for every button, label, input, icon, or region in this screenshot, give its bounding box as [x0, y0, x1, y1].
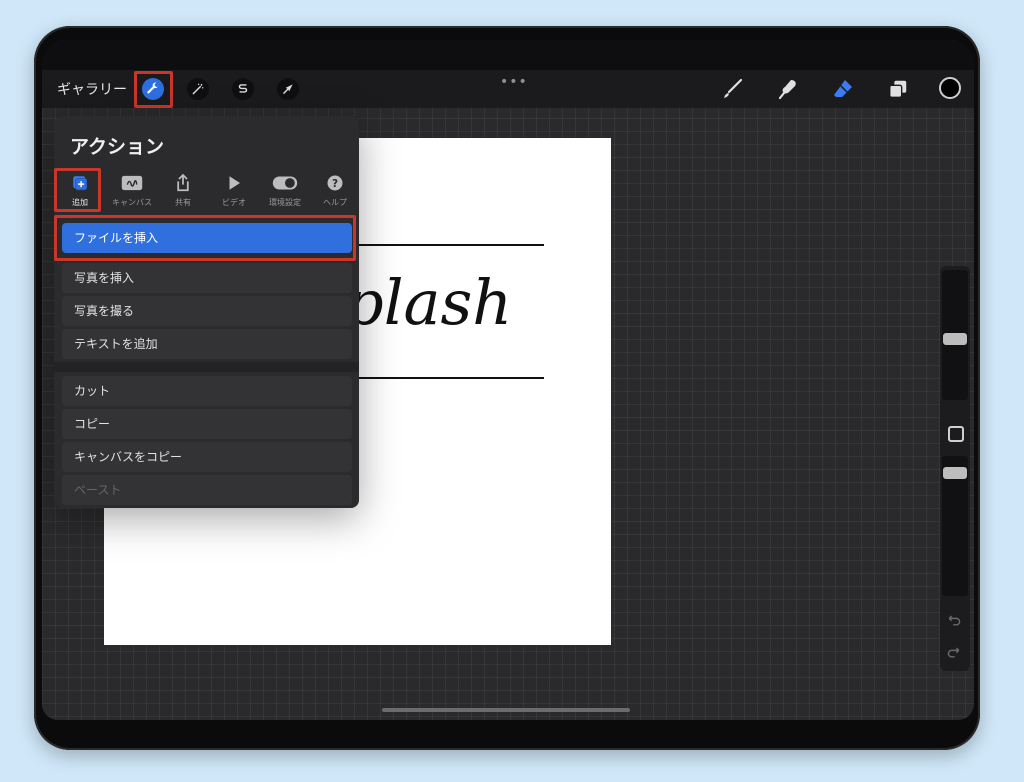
cut-item[interactable]: カット	[62, 376, 352, 406]
magic-wand-icon	[192, 83, 204, 95]
gallery-button[interactable]: ギャラリー	[57, 79, 127, 99]
procreate-screen: ギャラリー ••• plash アクション 追加 キャンバス 共有 ビデオ 環境…	[42, 40, 974, 720]
status-area	[42, 40, 974, 70]
section-divider	[54, 362, 359, 372]
highlight-wrench	[134, 71, 173, 108]
side-sliders	[940, 266, 970, 671]
toggle-icon	[272, 176, 298, 190]
tab-label: キャンバス	[112, 198, 152, 207]
highlight-add-tab	[54, 168, 101, 212]
undo-button[interactable]	[946, 612, 962, 631]
top-toolbar: ギャラリー •••	[42, 70, 974, 108]
arrow-cursor-icon	[283, 84, 293, 94]
tab-label: ヘルプ	[323, 198, 347, 207]
tab-help[interactable]: ? ヘルプ	[309, 172, 361, 208]
color-picker-button[interactable]	[939, 77, 961, 99]
brush-button[interactable]	[719, 76, 745, 102]
tab-canvas[interactable]: キャンバス	[106, 172, 158, 208]
canvas-text: plash	[344, 266, 513, 339]
smudge-button[interactable]	[775, 76, 801, 102]
smudge-icon	[778, 80, 796, 100]
redo-icon	[947, 647, 960, 658]
selection-s-icon	[238, 84, 248, 93]
tab-video[interactable]: ビデオ	[208, 172, 260, 208]
svg-text:?: ?	[332, 178, 338, 190]
brush-size-knob[interactable]	[943, 333, 967, 345]
opacity-knob[interactable]	[943, 467, 967, 479]
tab-label: 環境設定	[269, 198, 301, 207]
take-photo-item[interactable]: 写真を撮る	[62, 296, 352, 326]
actions-title: アクション	[70, 136, 165, 158]
more-dots[interactable]: •••	[500, 74, 528, 90]
help-icon: ?	[327, 175, 343, 191]
tab-preferences[interactable]: 環境設定	[259, 172, 311, 208]
eraser-icon	[834, 80, 852, 97]
layers-button[interactable]	[885, 76, 911, 102]
actions-panel: アクション 追加 キャンバス 共有 ビデオ 環境設定 ? ヘルプ ファイルを挿入…	[54, 116, 359, 508]
transform-button[interactable]	[277, 78, 299, 100]
paste-item: ペースト	[62, 475, 352, 505]
tab-label: ビデオ	[222, 198, 246, 207]
highlight-insert-file	[54, 215, 356, 261]
share-icon	[177, 173, 189, 192]
layers-icon	[889, 80, 907, 98]
selection-button[interactable]	[232, 78, 254, 100]
home-indicator	[382, 708, 630, 712]
brush-icon	[724, 78, 743, 98]
tab-share[interactable]: 共有	[157, 172, 209, 208]
adjustments-button[interactable]	[187, 78, 209, 100]
insert-photo-item[interactable]: 写真を挿入	[62, 263, 352, 293]
undo-icon	[948, 615, 961, 626]
modify-square-button[interactable]	[948, 426, 964, 442]
eraser-button[interactable]	[830, 76, 856, 102]
copy-item[interactable]: コピー	[62, 409, 352, 439]
copy-canvas-item[interactable]: キャンバスをコピー	[62, 442, 352, 472]
tab-label: 共有	[175, 198, 191, 207]
redo-button[interactable]	[946, 644, 962, 663]
video-play-icon	[229, 176, 240, 190]
add-text-item[interactable]: テキストを追加	[62, 329, 352, 359]
canvas-icon	[121, 175, 143, 191]
